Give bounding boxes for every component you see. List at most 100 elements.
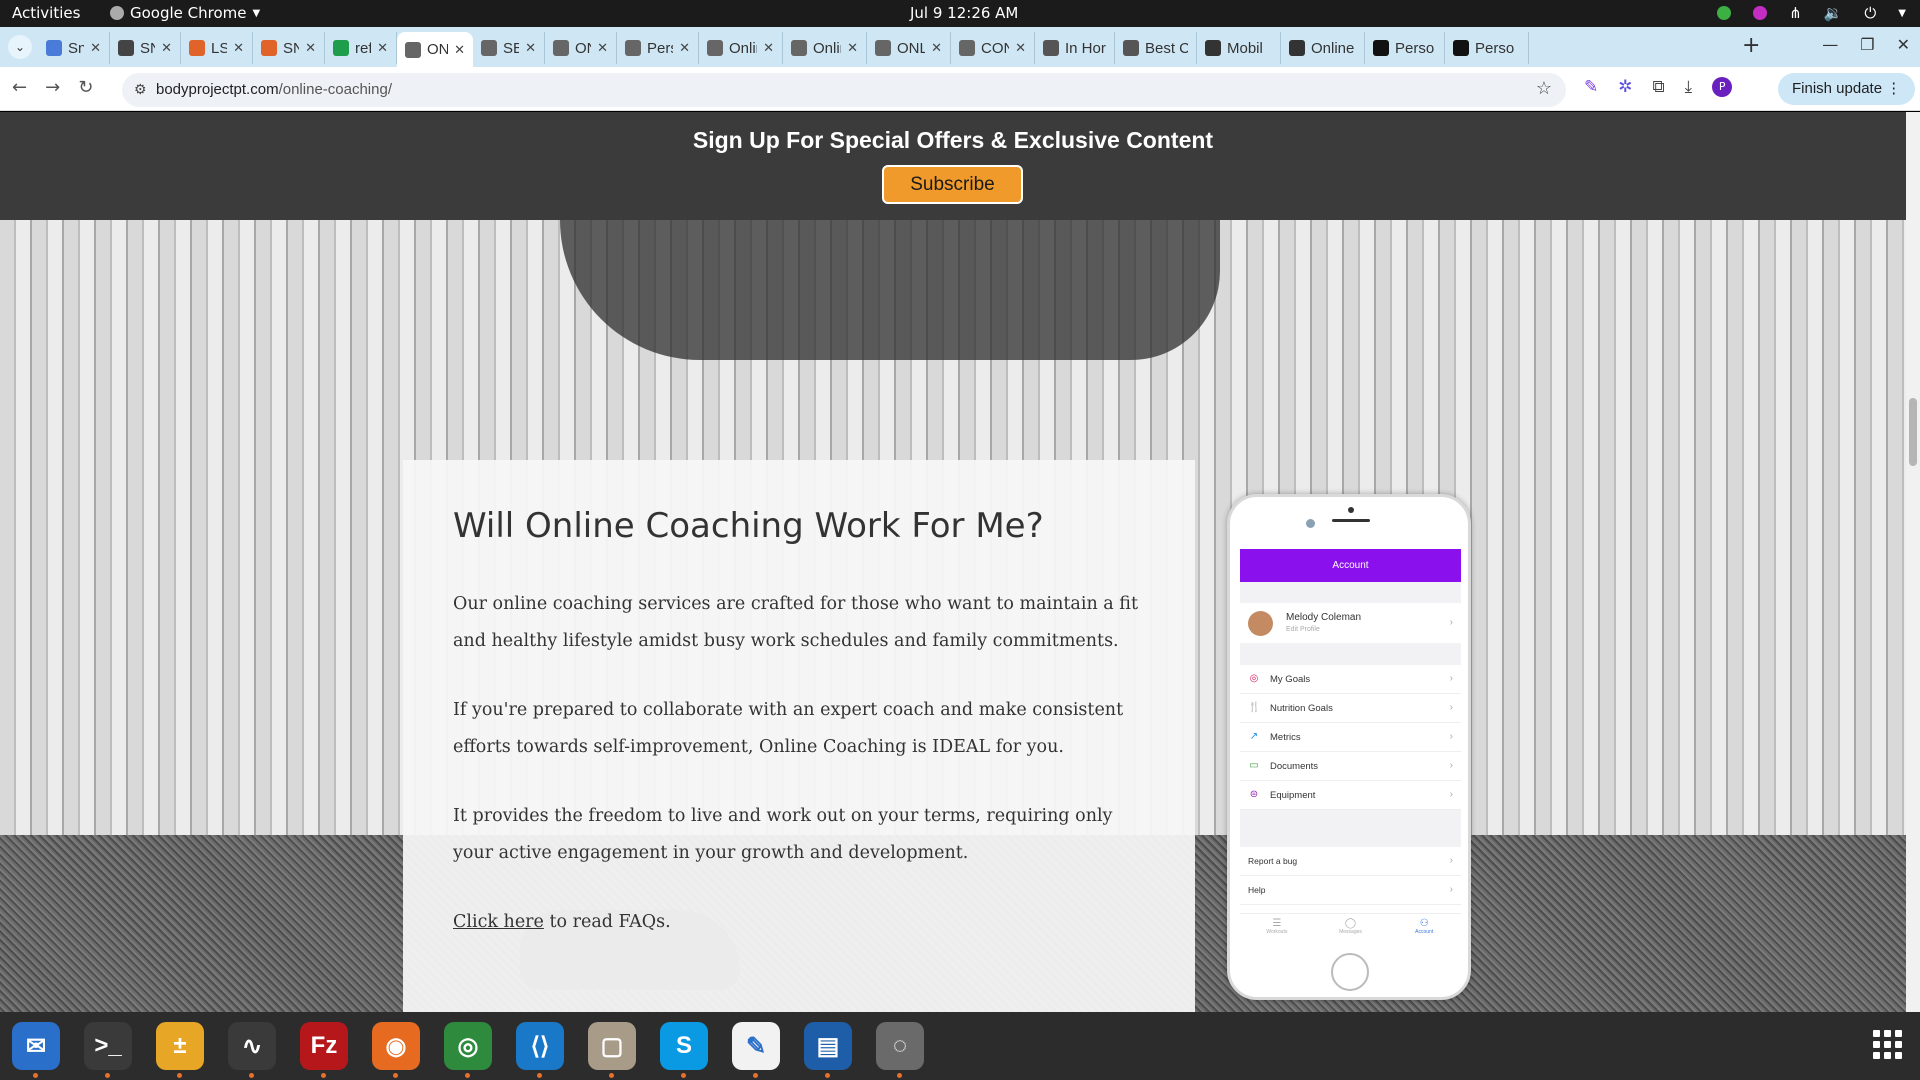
files-icon[interactable]: ▢ <box>588 1022 636 1078</box>
clock[interactable]: Jul 9 12:26 AM <box>910 4 1018 22</box>
browser-tab[interactable]: ref ✕ <box>325 32 397 64</box>
app-menu[interactable]: Google Chrome ▼ <box>110 4 260 22</box>
subscribe-button[interactable]: Subscribe <box>882 165 1023 204</box>
grid-square <box>1884 1041 1891 1048</box>
tab-title: Online <box>813 39 841 57</box>
terminal-icon[interactable]: >_ <box>84 1022 132 1078</box>
browser-tab[interactable]: Mobil <box>1197 32 1281 64</box>
browser-tab[interactable]: Online ✕ <box>783 32 867 64</box>
close-tab-icon[interactable]: ✕ <box>931 40 942 56</box>
faq-link[interactable]: Click here <box>453 912 544 932</box>
puzzle-icon[interactable]: ⧉ <box>1653 77 1665 97</box>
browser-tab[interactable]: ONLIN ✕ <box>867 32 951 64</box>
color-picker-icon[interactable] <box>1753 6 1768 20</box>
site-info-icon[interactable]: ⚙ <box>134 81 147 98</box>
close-tab-icon[interactable]: ✕ <box>233 40 244 56</box>
close-tab-icon[interactable]: ✕ <box>679 40 690 56</box>
browser-tab[interactable]: LS ✕ <box>181 32 253 64</box>
signup-heading: Sign Up For Special Offers & Exclusive C… <box>692 127 1214 153</box>
tab-title: Perso <box>1475 39 1515 57</box>
favicon-icon <box>46 40 62 56</box>
running-indicator <box>33 1073 38 1078</box>
phone-tab-bar: ☰ Workouts ◯ Messages ⚇ Account <box>1240 913 1461 941</box>
browser-tab[interactable]: SN ✕ <box>253 32 325 64</box>
calculator-icon[interactable]: ± <box>156 1022 204 1078</box>
close-tab-icon[interactable]: ✕ <box>305 40 316 56</box>
system-tray[interactable]: ⋔ 🔉 ⏻ ▼ <box>1717 4 1906 22</box>
browser-tab[interactable]: SEI ✕ <box>473 32 545 64</box>
browser-tab[interactable]: ON ✕ <box>397 32 473 67</box>
disks-icon[interactable]: ◌ <box>876 1022 924 1078</box>
nav-buttons: ← → ↻ <box>12 77 93 98</box>
tab-title: In Hor <box>1065 39 1106 57</box>
page-scrollbar[interactable] <box>1906 112 1920 1012</box>
running-indicator <box>249 1073 254 1078</box>
phone-menu: ◎ My Goals › 🍴 Nutrition Goals › ↗ Metrics › ▭ Doc… <box>1240 665 1461 810</box>
scrollbar-thumb[interactable] <box>1909 398 1917 466</box>
tab-title: Mobil <box>1227 39 1263 57</box>
document-viewer-icon[interactable]: ▤ <box>804 1022 852 1078</box>
browser-tab[interactable]: Online <box>1281 32 1365 64</box>
browser-tab[interactable]: In Hor <box>1035 32 1115 64</box>
pen-extension-icon[interactable]: ✎ <box>1584 77 1598 97</box>
extensions-area: ✎ ✲ ⧉ ⤓ P <box>1584 77 1733 97</box>
close-tab-icon[interactable]: ✕ <box>597 40 608 56</box>
browser-tab[interactable]: Best C <box>1115 32 1197 64</box>
close-tab-icon[interactable]: ✕ <box>1015 40 1026 56</box>
close-tab-icon[interactable]: ✕ <box>90 40 101 56</box>
close-tab-icon[interactable]: ✕ <box>377 40 388 56</box>
running-indicator <box>609 1073 614 1078</box>
restore-icon[interactable]: ❐ <box>1860 35 1874 54</box>
thunderbird-icon[interactable]: ✉ <box>12 1022 60 1078</box>
menu-item-label: Report a bug <box>1248 856 1298 866</box>
browser-tab[interactable]: CONT ✕ <box>951 32 1035 64</box>
download-icon[interactable]: ⤓ <box>1685 77 1693 97</box>
close-tab-icon[interactable]: ✕ <box>525 40 536 56</box>
show-apps-icon[interactable] <box>1873 1030 1902 1059</box>
browser-tab[interactable]: ON ✕ <box>545 32 617 64</box>
grid-square <box>1873 1052 1880 1059</box>
url-domain: bodyprojectpt.com <box>156 81 279 98</box>
text-editor-icon[interactable]: ✎ <box>732 1022 780 1078</box>
close-tab-icon[interactable]: ✕ <box>763 40 774 56</box>
bookmark-star-icon[interactable]: ☆ <box>1536 78 1552 99</box>
chrome-icon[interactable]: ◎ <box>444 1022 492 1078</box>
shield-check-icon[interactable] <box>1717 6 1732 20</box>
dock-glyph: ✎ <box>745 1032 767 1060</box>
gear-extension-icon[interactable]: ✲ <box>1618 77 1632 97</box>
skype-icon[interactable]: S <box>660 1022 708 1078</box>
vscode-icon[interactable]: ⟨⟩ <box>516 1022 564 1078</box>
dock-glyph: ◎ <box>457 1032 479 1060</box>
firefox-icon[interactable]: ◉ <box>372 1022 420 1078</box>
browser-tab[interactable]: SN ✕ <box>110 32 181 64</box>
browser-tab[interactable]: Sni ✕ <box>38 32 110 64</box>
card-paragraph-1: Our online coaching services are crafted… <box>453 594 1138 651</box>
address-bar[interactable]: ⚙ bodyprojectpt.com/online-coaching/ ☆ <box>122 73 1566 107</box>
browser-tab[interactable]: Perso <box>1445 32 1529 64</box>
browser-tab[interactable]: Online ✕ <box>699 32 783 64</box>
minimize-icon[interactable]: — <box>1822 35 1838 54</box>
close-tab-icon[interactable]: ✕ <box>847 40 858 56</box>
url-text[interactable]: bodyprojectpt.com/online-coaching/ <box>156 81 392 98</box>
network-icon: ⋔ <box>1789 4 1802 22</box>
dock-glyph: ◉ <box>385 1032 407 1060</box>
close-tab-icon[interactable]: ✕ <box>454 42 465 58</box>
activities-button[interactable]: Activities <box>12 4 80 22</box>
reload-icon[interactable]: ↻ <box>78 77 93 98</box>
phone-menu-item: ⊜ Equipment › <box>1240 781 1461 810</box>
finish-update-button[interactable]: Finish update ⋮ <box>1778 73 1916 105</box>
browser-tab[interactable]: Perso ✕ <box>617 32 699 64</box>
tab-title: CONT <box>981 39 1009 57</box>
close-tab-icon[interactable]: ✕ <box>161 40 172 56</box>
forward-icon[interactable]: → <box>45 77 60 98</box>
close-icon[interactable]: ✕ <box>1897 35 1910 54</box>
browser-tab[interactable]: Perso <box>1365 32 1445 64</box>
tab-title: Best C <box>1145 39 1188 57</box>
system-monitor-icon[interactable]: ∿ <box>228 1022 276 1078</box>
dock-glyph: S <box>675 1032 692 1059</box>
filezilla-icon[interactable]: Fz <box>300 1022 348 1078</box>
new-tab-button[interactable]: + <box>1742 33 1760 58</box>
back-icon[interactable]: ← <box>12 77 27 98</box>
profile-avatar[interactable]: P <box>1712 77 1733 97</box>
tab-search-button[interactable]: ⌄ <box>8 35 32 59</box>
